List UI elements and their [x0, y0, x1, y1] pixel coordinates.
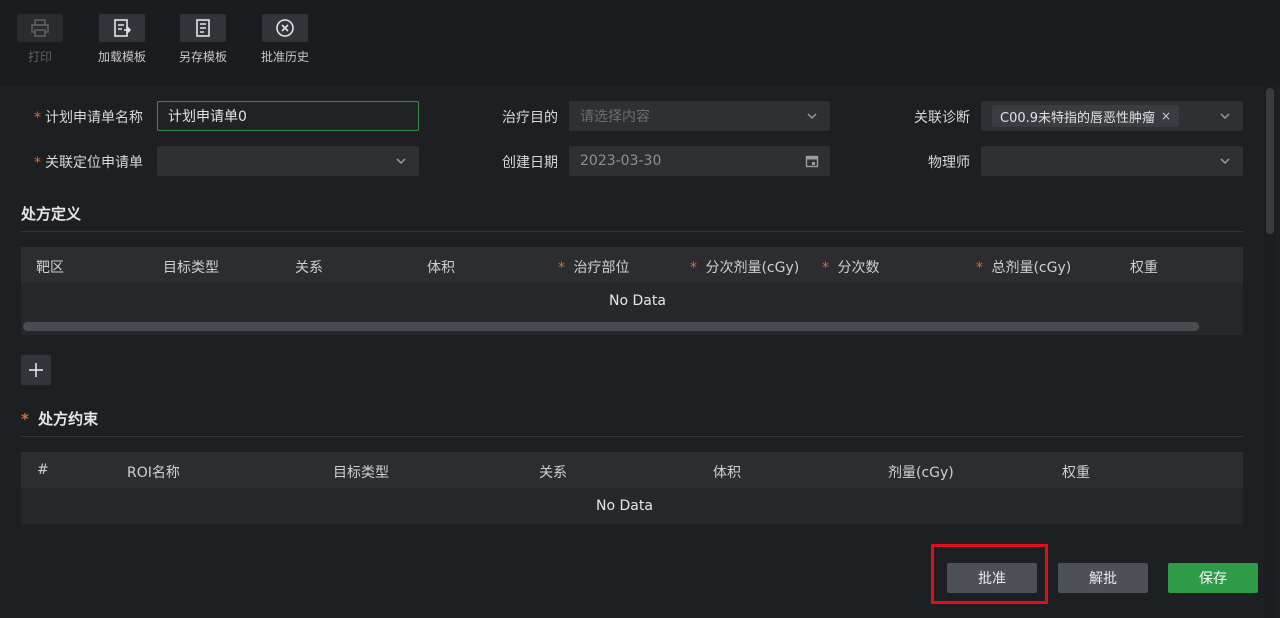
- create-date-label: 创建日期: [502, 155, 558, 171]
- column-header: 剂量(cGy): [888, 465, 954, 481]
- approval-history-label: 批准历史: [260, 50, 309, 64]
- save-as-template-label: 另存模板: [178, 50, 227, 64]
- treatment-purpose-label: 治疗目的: [502, 110, 558, 126]
- column-header: 目标类型: [163, 260, 219, 276]
- highlight-box: [931, 544, 1048, 604]
- close-circle-icon: [262, 14, 308, 42]
- prescription-definition-header: 靶区 目标类型 关系 体积 * 治疗部位 * 分次剂量(cGy) * 分次数 *…: [21, 247, 1243, 283]
- vertical-scrollbar-thumb[interactable]: [1266, 88, 1274, 234]
- related-diagnosis-select[interactable]: C00.9未特指的唇恶性肿瘤 ×: [981, 101, 1243, 131]
- save-template-icon: [180, 14, 226, 42]
- diagnosis-tag: C00.9未特指的唇恶性肿瘤 ×: [992, 105, 1180, 127]
- plan-name-input[interactable]: 计划申请单0: [157, 101, 419, 131]
- unapprove-button[interactable]: 解批: [1058, 563, 1148, 593]
- chevron-down-icon: [1220, 158, 1230, 165]
- tag-close-icon[interactable]: ×: [1161, 109, 1171, 123]
- horizontal-scrollbar[interactable]: [23, 322, 1199, 331]
- column-header: 关系: [539, 465, 567, 481]
- column-header: 权重: [1062, 465, 1090, 481]
- required-star: *: [34, 155, 41, 171]
- physicist-select[interactable]: [981, 146, 1243, 176]
- required-star: *: [34, 110, 41, 126]
- treatment-purpose-select[interactable]: 请选择内容: [569, 101, 830, 131]
- empty-state-text: No Data: [596, 498, 653, 514]
- column-header: * 治疗部位: [558, 260, 630, 276]
- column-header: #: [37, 462, 49, 478]
- prescription-constraints-title: * 处方约束: [21, 410, 99, 428]
- column-header: 关系: [295, 260, 323, 276]
- prescription-definition-body: No Data: [21, 283, 1243, 335]
- printer-icon: [17, 14, 63, 42]
- prescription-definition-title: 处方定义: [21, 205, 82, 223]
- vertical-scrollbar[interactable]: [1264, 86, 1276, 618]
- column-header: ROI名称: [127, 465, 180, 481]
- create-date-input[interactable]: 2023-03-30: [569, 146, 830, 176]
- chevron-down-icon: [396, 158, 406, 165]
- column-header: * 分次数: [822, 260, 880, 276]
- column-header: * 分次剂量(cGy): [690, 260, 800, 276]
- print-button[interactable]: 打印: [5, 14, 75, 65]
- prescription-constraints-header: # ROI名称 目标类型 关系 体积 剂量(cGy) 权重: [21, 452, 1243, 488]
- approval-history-button[interactable]: 批准历史: [250, 14, 320, 65]
- plus-icon: [29, 363, 43, 377]
- related-location-select[interactable]: [157, 146, 419, 176]
- save-as-template-button[interactable]: 另存模板: [168, 14, 238, 65]
- column-header: * 总剂量(cGy): [976, 260, 1072, 276]
- load-template-icon: [99, 14, 145, 42]
- print-label: 打印: [27, 50, 52, 64]
- prescription-constraints-body: No Data: [21, 488, 1243, 524]
- related-location-label: * 关联定位申请单: [34, 155, 143, 171]
- chevron-down-icon: [807, 113, 817, 120]
- toolbar: 打印 加载模板 另存模板 批准历史: [0, 0, 1280, 86]
- divider: [21, 231, 1243, 232]
- save-button[interactable]: 保存: [1168, 563, 1258, 593]
- related-diagnosis-label: 关联诊断: [914, 110, 970, 126]
- empty-state-text: No Data: [609, 293, 666, 309]
- column-header: 权重: [1130, 260, 1158, 276]
- column-header: 靶区: [36, 260, 64, 276]
- add-prescription-button[interactable]: [21, 355, 51, 385]
- load-template-label: 加载模板: [97, 50, 146, 64]
- physicist-label: 物理师: [928, 155, 970, 171]
- column-header: 体积: [427, 260, 455, 276]
- load-template-button[interactable]: 加载模板: [87, 14, 157, 65]
- divider: [21, 436, 1243, 437]
- column-header: 目标类型: [333, 465, 389, 481]
- plan-name-label: * 计划申请单名称: [34, 110, 143, 126]
- column-header: 体积: [713, 465, 741, 481]
- calendar-icon[interactable]: [805, 154, 819, 168]
- chevron-down-icon: [1220, 113, 1230, 120]
